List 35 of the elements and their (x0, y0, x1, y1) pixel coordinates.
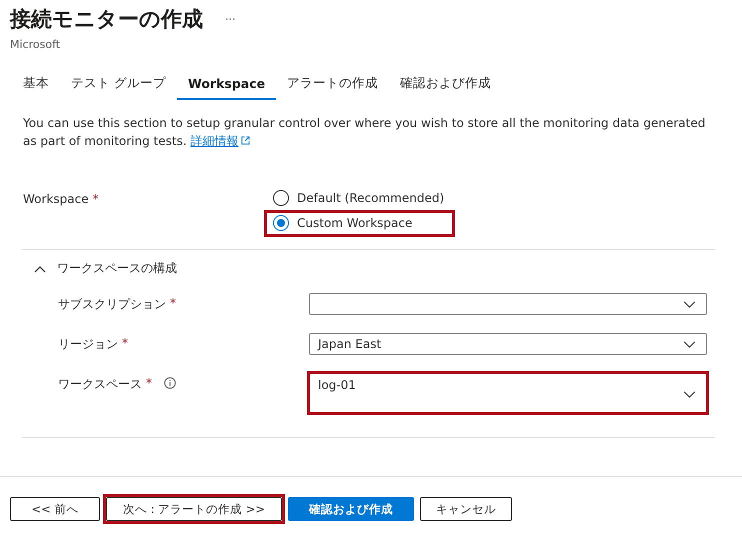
required-mark: * (146, 376, 152, 390)
radio-label[interactable]: Default (Recommended) (297, 191, 444, 205)
page-title: 接続モニターの作成 (10, 6, 203, 33)
field-label: Workspace (23, 192, 89, 206)
required-mark: * (122, 336, 128, 350)
required-mark: * (170, 296, 176, 310)
publisher-text: Microsoft (10, 38, 62, 51)
dropdown-field[interactable]: log-01 (309, 373, 707, 413)
external-link-icon (241, 136, 250, 145)
field-label: サブスクリプション (58, 296, 166, 313)
chevron-down-icon (683, 341, 696, 348)
tab[interactable]: 基本 (12, 71, 60, 100)
required-mark: * (92, 192, 99, 206)
tab[interactable]: 確認および作成 (389, 71, 502, 100)
footer-button[interactable]: 確認および作成 (288, 497, 414, 521)
more-button[interactable]: ··· (221, 12, 240, 26)
radio-button[interactable] (273, 190, 289, 206)
radio-button[interactable] (273, 215, 289, 231)
field-label: ワークスペース (58, 376, 142, 393)
field-label: リージョン (58, 336, 118, 353)
radio-label[interactable]: Custom Workspace (297, 216, 412, 230)
tab[interactable]: テスト グループ (60, 71, 177, 100)
tab[interactable]: アラートの作成 (276, 71, 390, 100)
section-toggle[interactable]: ワークスペースの構成 (34, 250, 177, 277)
footer-button[interactable]: キャンセル (420, 497, 512, 521)
chevron-up-icon (34, 264, 46, 272)
dropdown-field[interactable]: Japan East (309, 333, 707, 355)
footer-button[interactable]: 次へ : アラートの作成 >> (106, 497, 282, 521)
description-text: You can use this section to setup granular control over where you wish to store all the monitoring data generated as part of monitoring tests. 詳細情報 (23, 115, 706, 150)
tab[interactable]: Workspace (176, 71, 276, 100)
learn-more-link[interactable]: 詳細情報 (190, 134, 250, 148)
footer-button[interactable]: << 前へ (10, 497, 100, 521)
chevron-down-icon (683, 301, 696, 308)
chevron-down-icon (683, 391, 696, 398)
dropdown-field[interactable] (309, 293, 707, 315)
